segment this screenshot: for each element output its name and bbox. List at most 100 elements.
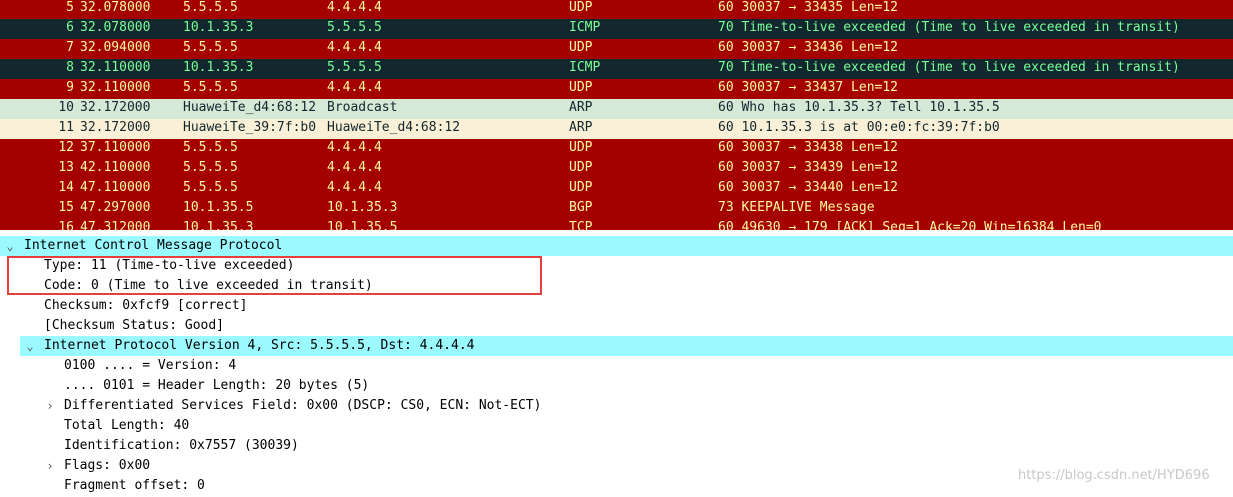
packet-source: 5.5.5.5 xyxy=(183,40,238,55)
packet-number: 6 xyxy=(66,20,74,35)
packet-row[interactable]: 11 32.172000 HuaweiTe_39:7f:b0 HuaweiTe_d4:… xyxy=(0,119,1233,139)
packet-info: 60 30037 → 33436 Len=12 xyxy=(718,40,899,55)
header-length-label: .... 0101 = Header Length: 20 bytes (5) xyxy=(64,378,370,393)
packet-row[interactable]: 8 32.110000 10.1.35.3 5.5.5.5 ICMP 70 Time-to… xyxy=(0,59,1233,79)
packet-number: 8 xyxy=(66,60,74,75)
tree-item-identification[interactable]: Identification: 0x7557 (30039) xyxy=(0,436,1233,456)
packet-time: 37.110000 xyxy=(80,140,151,155)
packet-destination: 10.1.35.5 xyxy=(327,220,398,230)
packet-number: 12 xyxy=(58,140,74,155)
packet-info: 60 30037 → 33440 Len=12 xyxy=(718,180,899,195)
packet-number: 16 xyxy=(58,220,74,230)
packet-source: 10.1.35.3 xyxy=(183,220,254,230)
dsfield-label: Differentiated Services Field: 0x00 (DSC… xyxy=(64,398,542,413)
packet-time: 32.078000 xyxy=(80,20,151,35)
packet-info: 73 KEEPALIVE Message xyxy=(718,200,875,215)
packet-row[interactable]: 16 47.312000 10.1.35.3 10.1.35.5 TCP 60 49630… xyxy=(0,219,1233,230)
packet-protocol: UDP xyxy=(569,40,593,55)
packet-source: 5.5.5.5 xyxy=(183,80,238,95)
watermark: https://blog.csdn.net/HYD696 xyxy=(1018,468,1210,483)
packet-time: 32.110000 xyxy=(80,60,151,75)
packet-time: 47.297000 xyxy=(80,200,151,215)
packet-protocol: ICMP xyxy=(569,60,601,75)
packet-number: 15 xyxy=(58,200,74,215)
ipv4-header-label: Internet Protocol Version 4, Src: 5.5.5.… xyxy=(44,338,475,353)
packet-source: 5.5.5.5 xyxy=(183,140,238,155)
packet-number: 14 xyxy=(58,180,74,195)
tree-item-icmp[interactable]: ⌄ Internet Control Message Protocol xyxy=(0,236,1233,256)
packet-row[interactable]: 12 37.110000 5.5.5.5 4.4.4.4 UDP 60 30037 → 3… xyxy=(0,139,1233,159)
packet-protocol: BGP xyxy=(569,200,593,215)
chevron-down-icon[interactable]: ⌄ xyxy=(24,336,36,356)
packet-info: 60 30037 → 33435 Len=12 xyxy=(718,0,899,15)
packet-info: 70 Time-to-live exceeded (Time to live e… xyxy=(718,20,1180,35)
tree-item-dsfield[interactable]: › Differentiated Services Field: 0x00 (D… xyxy=(0,396,1233,416)
packet-number: 10 xyxy=(58,100,74,115)
packet-destination: 4.4.4.4 xyxy=(327,0,382,15)
packet-time: 32.110000 xyxy=(80,80,151,95)
packet-row[interactable]: 5 32.078000 5.5.5.5 4.4.4.4 UDP 60 30037 → 33… xyxy=(0,0,1233,19)
packet-row[interactable]: 14 47.110000 5.5.5.5 4.4.4.4 UDP 60 30037 → 3… xyxy=(0,179,1233,199)
packet-destination: 4.4.4.4 xyxy=(327,140,382,155)
tree-item-total-length[interactable]: Total Length: 40 xyxy=(0,416,1233,436)
packet-destination: 5.5.5.5 xyxy=(327,20,382,35)
tree-item-checksum[interactable]: Checksum: 0xfcf9 [correct] xyxy=(0,296,1233,316)
packet-protocol: UDP xyxy=(569,180,593,195)
packet-protocol: ARP xyxy=(569,100,593,115)
packet-source: HuaweiTe_d4:68:12 xyxy=(183,100,317,115)
packet-info: 60 30037 → 33437 Len=12 xyxy=(718,80,899,95)
packet-destination: 5.5.5.5 xyxy=(327,60,382,75)
tree-item-header-length[interactable]: .... 0101 = Header Length: 20 bytes (5) xyxy=(0,376,1233,396)
packet-row[interactable]: 13 42.110000 5.5.5.5 4.4.4.4 UDP 60 30037 → 3… xyxy=(0,159,1233,179)
checksum-status-label: [Checksum Status: Good] xyxy=(44,318,225,333)
packet-source: 10.1.35.3 xyxy=(183,60,254,75)
packet-info: 60 49630 → 179 [ACK] Seq=1 Ack=20 Win=16… xyxy=(718,220,1102,230)
packet-number: 13 xyxy=(58,160,74,175)
packet-destination: 4.4.4.4 xyxy=(327,180,382,195)
chevron-right-icon[interactable]: › xyxy=(44,456,56,476)
packet-row[interactable]: 15 47.297000 10.1.35.5 10.1.35.3 BGP 73 KEEPA… xyxy=(0,199,1233,219)
packet-protocol: UDP xyxy=(569,160,593,175)
packet-row[interactable]: 6 32.078000 10.1.35.3 5.5.5.5 ICMP 70 Time-to… xyxy=(0,19,1233,39)
packet-time: 42.110000 xyxy=(80,160,151,175)
tree-item-checksum-status[interactable]: [Checksum Status: Good] xyxy=(0,316,1233,336)
packet-info: 60 30037 → 33439 Len=12 xyxy=(718,160,899,175)
packet-info: 60 30037 → 33438 Len=12 xyxy=(718,140,899,155)
packet-source: 10.1.35.5 xyxy=(183,200,254,215)
highlight-annotation-box xyxy=(7,256,542,295)
packet-source: 10.1.35.3 xyxy=(183,20,254,35)
packet-row[interactable]: 9 32.110000 5.5.5.5 4.4.4.4 UDP 60 30037 → 33… xyxy=(0,79,1233,99)
fragment-offset-label: Fragment offset: 0 xyxy=(64,478,205,493)
packet-row[interactable]: 10 32.172000 HuaweiTe_d4:68:12 Broadcast ARP… xyxy=(0,99,1233,119)
checksum-label: Checksum: 0xfcf9 [correct] xyxy=(44,298,248,313)
total-length-label: Total Length: 40 xyxy=(64,418,190,433)
chevron-right-icon[interactable]: › xyxy=(44,396,56,416)
packet-source: 5.5.5.5 xyxy=(183,160,238,175)
packet-destination: 4.4.4.4 xyxy=(327,160,382,175)
packet-number: 7 xyxy=(66,40,74,55)
flags-label: Flags: 0x00 xyxy=(64,458,151,473)
packet-time: 32.078000 xyxy=(80,0,151,15)
tree-item-ipv4[interactable]: ⌄ Internet Protocol Version 4, Src: 5.5.… xyxy=(20,336,1233,356)
packet-number: 9 xyxy=(66,80,74,95)
packet-source: 5.5.5.5 xyxy=(183,0,238,15)
packet-protocol: ARP xyxy=(569,120,593,135)
packet-protocol: UDP xyxy=(569,80,593,95)
packet-protocol: UDP xyxy=(569,140,593,155)
packet-destination: Broadcast xyxy=(327,100,398,115)
packet-protocol: TCP xyxy=(569,220,593,230)
tree-item-ip-version[interactable]: 0100 .... = Version: 4 xyxy=(0,356,1233,376)
packet-list[interactable]: 5 32.078000 5.5.5.5 4.4.4.4 UDP 60 30037 → 33… xyxy=(0,0,1233,230)
packet-number: 5 xyxy=(66,0,74,15)
packet-destination: 4.4.4.4 xyxy=(327,40,382,55)
packet-time: 47.312000 xyxy=(80,220,151,230)
packet-time: 32.172000 xyxy=(80,120,151,135)
packet-protocol: ICMP xyxy=(569,20,601,35)
packet-destination: 4.4.4.4 xyxy=(327,80,382,95)
packet-info: 60 Who has 10.1.35.3? Tell 10.1.35.5 xyxy=(718,100,1000,115)
packet-info: 60 10.1.35.3 is at 00:e0:fc:39:7f:b0 xyxy=(718,120,1000,135)
packet-time: 47.110000 xyxy=(80,180,151,195)
packet-time: 32.094000 xyxy=(80,40,151,55)
chevron-down-icon[interactable]: ⌄ xyxy=(4,236,16,256)
packet-row[interactable]: 7 32.094000 5.5.5.5 4.4.4.4 UDP 60 30037 → 33… xyxy=(0,39,1233,59)
